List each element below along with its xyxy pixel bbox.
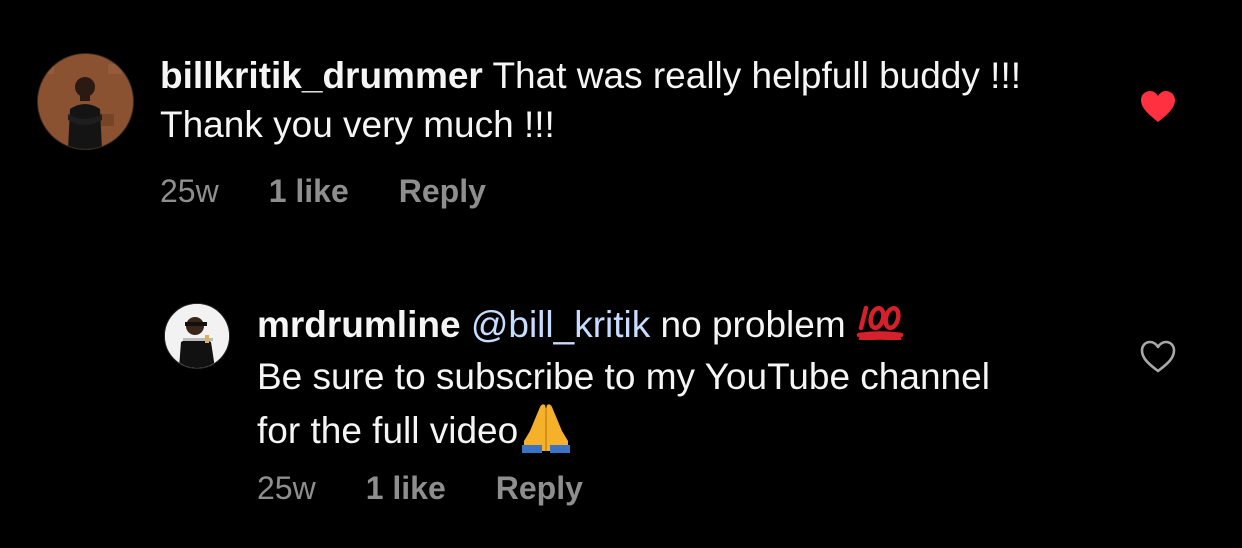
comment-mention[interactable]: @bill_kritik bbox=[471, 304, 650, 345]
comment-text: no problem bbox=[650, 304, 856, 345]
comment-timestamp: 25w bbox=[257, 470, 316, 506]
hundred-points-icon bbox=[856, 303, 904, 352]
person-silhouette-icon bbox=[38, 54, 133, 149]
folded-hands-icon bbox=[522, 404, 571, 453]
comment-body: mrdrumline @bill_kritik no problem Be su… bbox=[257, 300, 1017, 465]
reply-button[interactable]: Reply bbox=[399, 173, 486, 210]
heart-outline-icon[interactable] bbox=[1140, 340, 1176, 374]
hundred-points-icon bbox=[856, 305, 904, 341]
comment-body: billkritik_drummer That was really helpf… bbox=[160, 51, 1040, 149]
comment-meta: 25w 1 like Reply bbox=[160, 173, 486, 210]
comment-timestamp: 25w bbox=[160, 173, 219, 209]
folded-hands-icon bbox=[518, 401, 574, 465]
avatar-mrdrumline[interactable] bbox=[164, 303, 230, 369]
heart-filled-icon[interactable] bbox=[1140, 90, 1176, 124]
avatar-billkritik[interactable] bbox=[37, 53, 134, 150]
comment-text-continued: Be sure to subscribe to my YouTube chann… bbox=[257, 355, 990, 451]
comment-likes-count[interactable]: 1 like bbox=[269, 173, 349, 210]
comment-meta: 25w 1 like Reply bbox=[257, 470, 583, 507]
comment-likes-count[interactable]: 1 like bbox=[366, 470, 446, 507]
person-silhouette-icon bbox=[165, 304, 229, 368]
reply-button[interactable]: Reply bbox=[496, 470, 583, 507]
comment-username[interactable]: mrdrumline bbox=[257, 304, 461, 345]
comment-username[interactable]: billkritik_drummer bbox=[160, 55, 483, 96]
comments-panel: billkritik_drummer That was really helpf… bbox=[0, 0, 1242, 548]
